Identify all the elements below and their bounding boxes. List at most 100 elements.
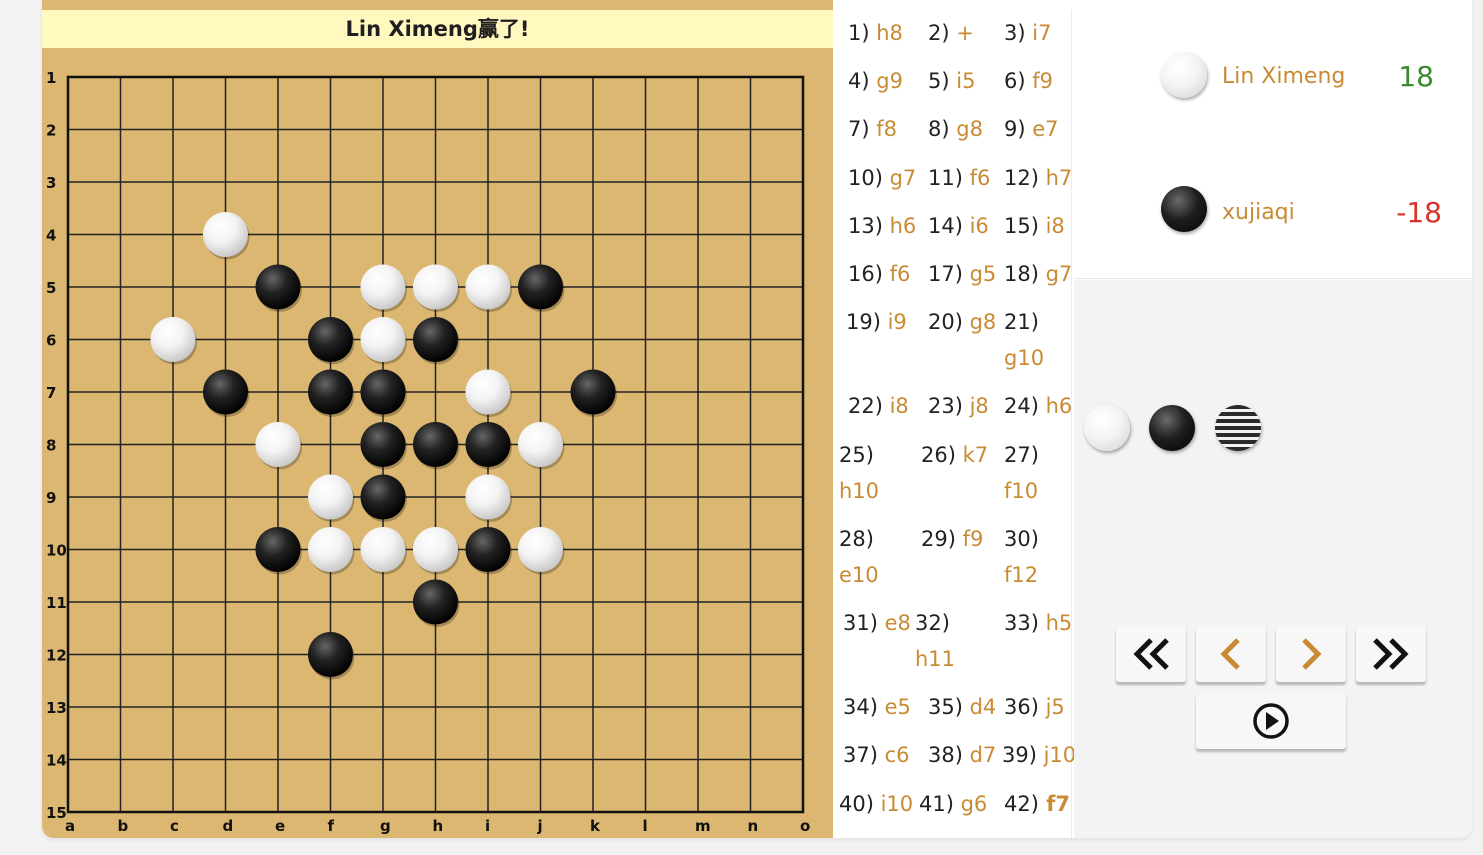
column-label: o [800, 817, 810, 835]
move-entry[interactable]: 34) e5 [843, 689, 911, 725]
move-coordinate[interactable]: h11 [915, 641, 955, 677]
board-grid[interactable]: 123456789101112131415a b c d e f g h i j k l m n o [42, 58, 833, 838]
move-entry[interactable]: 21) g10 [1004, 304, 1044, 370]
move-entry[interactable]: 14) i6 [928, 208, 989, 244]
move-entry[interactable]: 1) h8 [848, 15, 903, 51]
move-entry[interactable]: 5) i5 [928, 63, 975, 99]
column-label: d [223, 817, 234, 835]
move-entry[interactable]: 29) f9 [921, 521, 983, 557]
move-entry[interactable]: 8) g8 [928, 111, 983, 147]
move-number: 17) [928, 262, 963, 286]
move-coordinate[interactable]: f9 [1026, 69, 1053, 93]
move-coordinate[interactable]: h6 [883, 214, 917, 238]
move-coordinate[interactable]: g5 [963, 262, 997, 286]
move-coordinate[interactable]: g6 [954, 792, 988, 816]
move-entry[interactable]: 35) d4 [928, 689, 996, 725]
move-coordinate[interactable]: h10 [839, 473, 879, 509]
move-entry[interactable]: 16) f6 [848, 256, 910, 292]
move-entry[interactable]: 27) f10 [1004, 437, 1039, 503]
move-coordinate[interactable]: i8 [883, 394, 909, 418]
move-coordinate[interactable]: f6 [963, 166, 991, 190]
move-entry[interactable]: 3) i7 [1004, 15, 1051, 51]
move-coordinate[interactable]: d4 [963, 695, 997, 719]
first-move-button[interactable] [1116, 626, 1186, 682]
move-coordinate[interactable]: e8 [878, 611, 911, 635]
move-coordinate[interactable]: g7 [1039, 262, 1073, 286]
move-coordinate[interactable]: g8 [950, 117, 983, 141]
move-entry[interactable]: 10) g7 [848, 160, 916, 196]
move-coordinate[interactable]: d7 [963, 743, 997, 767]
move-entry[interactable]: 30) f12 [1004, 521, 1039, 587]
move-entry[interactable]: 6) f9 [1004, 63, 1053, 99]
move-entry[interactable]: 39) j10 [1002, 737, 1076, 773]
striped-stone-choice-icon[interactable] [1215, 405, 1261, 451]
move-entry[interactable]: 28) e10 [839, 521, 879, 587]
move-entry[interactable]: 23) j8 [928, 388, 989, 424]
move-coordinate[interactable]: h5 [1039, 611, 1073, 635]
move-entry[interactable]: 19) i9 [846, 304, 907, 340]
move-entry[interactable]: 25) h10 [839, 437, 879, 503]
move-entry[interactable]: 33) h5 [1004, 605, 1072, 641]
gomoku-board[interactable]: 1 2 3 4 5 6 7 8 9 10 11 12 13 14 15 a b c d e f g h i j k l m n o [42, 58, 833, 838]
move-entry[interactable]: 9) e7 [1004, 111, 1059, 147]
move-coordinate[interactable]: k7 [956, 443, 989, 467]
move-coordinate[interactable]: f6 [883, 262, 911, 286]
move-entry[interactable]: 31) e8 [843, 605, 911, 641]
move-entry[interactable]: 17) g5 [928, 256, 996, 292]
move-entry[interactable]: 24) h6 [1004, 388, 1072, 424]
move-coordinate[interactable]: h7 [1039, 166, 1073, 190]
move-entry[interactable]: 11) f6 [928, 160, 990, 196]
move-coordinate[interactable]: f10 [1004, 473, 1038, 509]
move-entry[interactable]: 37) c6 [843, 737, 910, 773]
move-coordinate[interactable]: g10 [1004, 340, 1044, 376]
move-coordinate[interactable]: j10 [1037, 743, 1077, 767]
move-entry[interactable]: 40) i10 [839, 786, 913, 822]
move-coordinate[interactable]: i7 [1026, 21, 1051, 45]
move-coordinate[interactable]: c6 [878, 743, 910, 767]
autoplay-button[interactable] [1196, 693, 1346, 749]
move-coordinate[interactable]: i10 [874, 792, 914, 816]
move-coordinate[interactable]: j5 [1039, 695, 1065, 719]
move-number: 16) [848, 262, 883, 286]
black-stone-choice-icon[interactable] [1149, 405, 1195, 451]
previous-move-button[interactable] [1196, 626, 1266, 682]
move-entry[interactable]: 18) g7 [1004, 256, 1072, 292]
move-coordinate[interactable]: e7 [1026, 117, 1058, 141]
move-coordinate[interactable]: i6 [963, 214, 989, 238]
move-entry[interactable]: 26) k7 [921, 437, 988, 473]
next-move-button[interactable] [1276, 626, 1346, 682]
move-coordinate[interactable]: e10 [839, 557, 879, 593]
column-label: c [170, 817, 179, 835]
move-coordinate[interactable]: h8 [870, 21, 903, 45]
move-entry[interactable]: 22) i8 [848, 388, 909, 424]
move-entry[interactable]: 4) g9 [848, 63, 903, 99]
move-coordinate[interactable]: + [950, 21, 974, 45]
move-coordinate[interactable]: j8 [963, 394, 989, 418]
move-coordinate[interactable]: f7 [1039, 792, 1070, 816]
move-entry[interactable]: 32) h11 [915, 605, 955, 671]
move-entry[interactable]: 36) j5 [1004, 689, 1065, 725]
move-coordinate[interactable]: f9 [956, 527, 984, 551]
white-stone-choice-icon[interactable] [1084, 405, 1130, 451]
move-entry[interactable]: 15) i8 [1004, 208, 1065, 244]
move-coordinate[interactable]: g8 [963, 310, 997, 334]
move-entry[interactable]: 7) f8 [848, 111, 897, 147]
move-coordinate[interactable]: g9 [870, 69, 903, 93]
black-stone [255, 264, 301, 310]
move-coordinate[interactable]: i5 [950, 69, 975, 93]
move-coordinate[interactable]: g7 [883, 166, 917, 190]
move-coordinate[interactable]: i8 [1039, 214, 1065, 238]
move-entry[interactable]: 41) g6 [919, 786, 987, 822]
move-entry[interactable]: 42) f7 [1004, 786, 1070, 822]
move-coordinate[interactable]: i9 [881, 310, 907, 334]
move-coordinate[interactable]: e5 [878, 695, 911, 719]
move-coordinate[interactable]: h6 [1039, 394, 1073, 418]
move-entry[interactable]: 12) h7 [1004, 160, 1072, 196]
move-entry[interactable]: 20) g8 [928, 304, 996, 340]
move-entry[interactable]: 38) d7 [928, 737, 996, 773]
move-coordinate[interactable]: f12 [1004, 557, 1038, 593]
move-entry[interactable]: 13) h6 [848, 208, 916, 244]
last-move-button[interactable] [1356, 626, 1426, 682]
move-coordinate[interactable]: f8 [870, 117, 897, 141]
move-entry[interactable]: 2) + [928, 15, 974, 51]
